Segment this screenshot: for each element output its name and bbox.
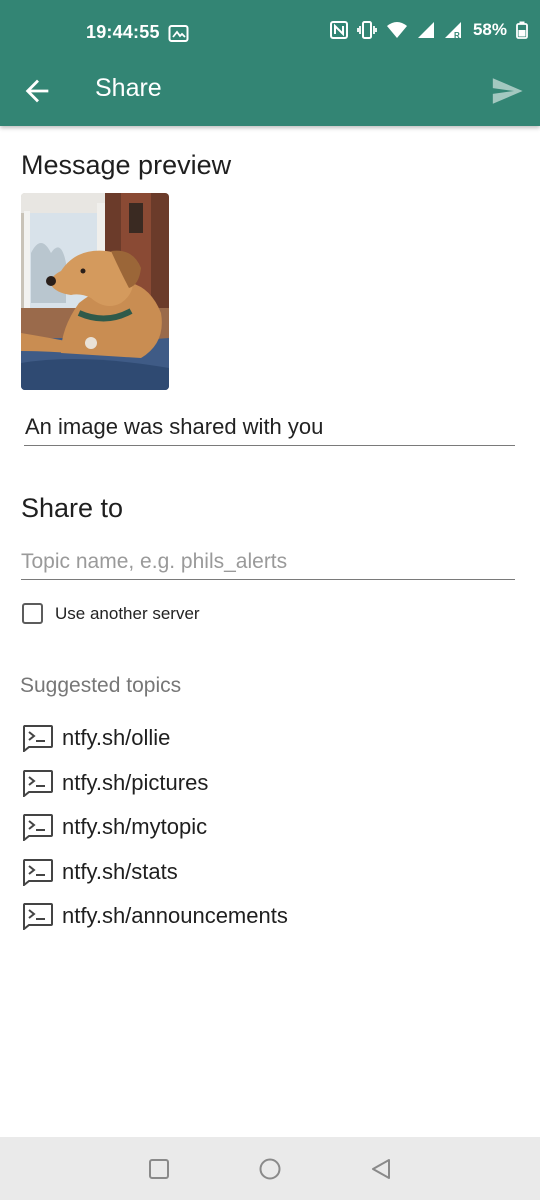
- battery-percent: 58%: [472, 20, 507, 39]
- battery-icon: [516, 21, 528, 39]
- topic-label: ntfy.sh/pictures: [62, 769, 209, 795]
- terminal-icon: [23, 858, 53, 886]
- back-triangle-icon[interactable]: [368, 1156, 394, 1182]
- terminal-icon: [23, 769, 53, 797]
- topic-label: ntfy.sh/ollie: [62, 725, 171, 751]
- terminal-icon: [23, 814, 53, 842]
- signal-icon: [417, 22, 434, 38]
- share-to-heading: Share to: [21, 493, 124, 523]
- suggested-topics-heading: Suggested topics: [20, 674, 182, 697]
- home-circle-icon[interactable]: [257, 1156, 283, 1182]
- topic-name-placeholder: Topic name, e.g. phils_alerts: [21, 550, 288, 573]
- topic-item[interactable]: ntfy.sh/stats: [21, 850, 288, 895]
- nfc-icon: [329, 21, 348, 39]
- svg-text:R: R: [454, 31, 460, 39]
- dog-photo: [21, 193, 169, 390]
- topic-name-input[interactable]: Topic name, e.g. phils_alerts: [21, 544, 515, 580]
- recents-square-icon[interactable]: [146, 1156, 172, 1182]
- terminal-icon: [23, 725, 53, 753]
- status-time: 19:44:55: [86, 22, 160, 42]
- status-icons: R 58%: [329, 20, 528, 40]
- topic-label: ntfy.sh/announcements: [62, 903, 288, 929]
- use-another-server-toggle[interactable]: Use another server: [22, 603, 200, 624]
- topic-label: ntfy.sh/mytopic: [62, 814, 208, 840]
- topic-item[interactable]: ntfy.sh/ollie: [21, 716, 288, 761]
- use-another-server-label: Use another server: [55, 603, 200, 623]
- send-icon[interactable]: [490, 74, 524, 108]
- signal-roaming-icon: R: [444, 22, 461, 39]
- shared-image-preview[interactable]: [21, 193, 169, 390]
- vibrate-icon: [357, 21, 377, 39]
- page-title: Share: [95, 74, 162, 102]
- use-another-server-checkbox[interactable]: [22, 603, 43, 624]
- terminal-icon: [23, 903, 53, 931]
- message-preview-heading: Message preview: [21, 150, 232, 180]
- suggested-topics-list: ntfy.sh/ollie ntfy.sh/pictures ntfy.sh/m…: [21, 716, 288, 939]
- app-bar: 19:44:55 R 58% Share: [0, 0, 540, 126]
- gallery-icon: [168, 25, 189, 42]
- topic-label: ntfy.sh/stats: [62, 858, 178, 884]
- back-arrow-icon[interactable]: [20, 74, 54, 108]
- message-text-field[interactable]: An image was shared with you: [24, 408, 515, 446]
- wifi-icon: [386, 22, 407, 38]
- topic-item[interactable]: ntfy.sh/pictures: [21, 761, 288, 806]
- system-nav-bar: [0, 1137, 540, 1200]
- topic-item[interactable]: ntfy.sh/mytopic: [21, 805, 288, 850]
- topic-item[interactable]: ntfy.sh/announcements: [21, 894, 288, 939]
- message-text: An image was shared with you: [25, 414, 324, 439]
